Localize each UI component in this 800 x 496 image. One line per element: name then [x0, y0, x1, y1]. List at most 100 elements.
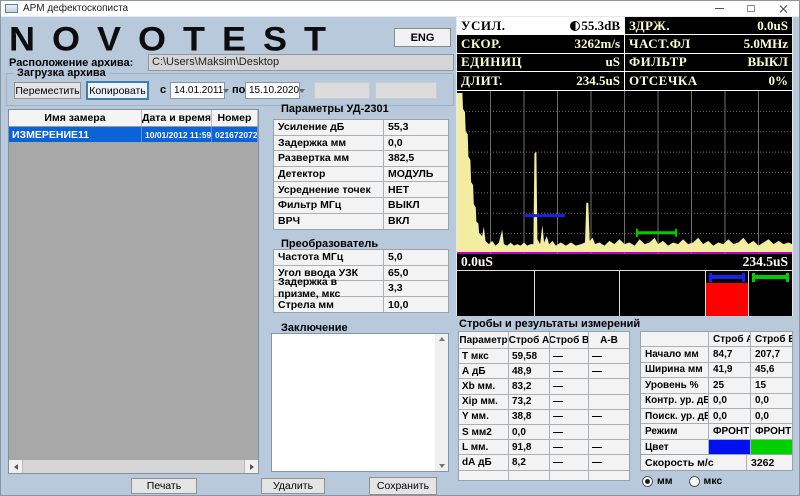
param-row: Фильтр МГцВЫКЛ — [274, 198, 448, 214]
maximize-button[interactable] — [735, 1, 767, 16]
results-column-header: Строб В — [550, 332, 589, 348]
units-radio-group: мм мкс — [642, 475, 722, 487]
title-bar: АРМ дефектоскописта — [1, 1, 799, 17]
date-from-select[interactable]: 14.01.2011 — [170, 82, 225, 99]
gates-row: Начало мм84,7207,7 — [641, 347, 792, 362]
copy-button[interactable]: Копировать — [86, 81, 149, 100]
results-param-label: Y мм. — [459, 410, 509, 424]
minimize-button[interactable] — [703, 1, 735, 16]
language-button[interactable]: ENG — [394, 28, 451, 47]
unit-label: мм — [657, 475, 673, 487]
param-value: НЕТ — [384, 182, 448, 197]
instrument-cell[interactable]: ЗДРЖ.0.0uS — [625, 17, 792, 34]
print-button[interactable]: Печать — [131, 478, 197, 494]
results-empty-cell — [550, 471, 589, 480]
instrument-param-label: ЕДИНИЦ — [461, 54, 522, 70]
column-header[interactable]: Имя замера — [9, 110, 142, 126]
param-row: Задержка мм0,0 — [274, 136, 448, 152]
instrument-cell[interactable]: ДЛИТ.234.5uS — [457, 72, 624, 89]
move-button[interactable]: Переместить — [14, 82, 81, 99]
maximize-icon — [747, 5, 755, 12]
speed-box: Скорость м/с 3262 — [640, 454, 793, 471]
instrument-param-value: ВЫКЛ — [747, 54, 788, 70]
instrument-param-label: ФИЛЬТР — [629, 54, 687, 70]
results-value: — — [550, 455, 589, 469]
gates-row: РежимФРОНТФРОНТ — [641, 424, 792, 439]
results-value: 8,2 — [509, 455, 550, 469]
instrument-param-value: 5.0MHz — [744, 36, 788, 52]
novotest-logo: NOVOTEST — [9, 19, 343, 59]
ascan-area — [457, 91, 792, 254]
scroll-right-icon[interactable] — [245, 460, 258, 473]
results-empty-cell — [509, 471, 550, 480]
column-header[interactable]: Дата и время — [142, 110, 212, 126]
param-label: Частота МГц — [274, 250, 384, 265]
param-label: Задержка мм — [274, 136, 384, 151]
gates-value: ФРОНТ — [751, 424, 792, 438]
scroll-left-icon[interactable] — [9, 460, 22, 473]
indicator-cell — [457, 271, 534, 316]
gates-param-label: Уровень % — [641, 378, 709, 392]
gates-header-row: Строб АСтроб В — [641, 332, 792, 347]
date-to-value: 15.10.2020 — [249, 85, 299, 96]
param-label: ВРЧ — [274, 214, 384, 230]
results-row: L мм.91,8—— — [459, 440, 629, 455]
param-label: Развертка мм — [274, 151, 384, 166]
results-value: — — [589, 440, 629, 454]
instrument-param-value: 234.5uS — [576, 73, 620, 89]
results-row: S мм20,0— — [459, 425, 629, 440]
radio-icon[interactable] — [642, 476, 653, 487]
indicator-cell — [535, 271, 619, 316]
indicator-cell — [620, 271, 705, 316]
instrument-param-value: uS — [606, 54, 620, 70]
results-empty-row — [459, 471, 629, 480]
date-from-value: 14.01.2011 — [174, 85, 223, 96]
conclusion-textarea[interactable] — [271, 333, 449, 472]
scrollbar-thumb[interactable] — [22, 460, 245, 473]
gates-row: Ширина мм41,945,6 — [641, 363, 792, 378]
archive-path-field[interactable]: C:\Users\Maksim\Desktop — [148, 54, 454, 71]
vertical-scrollbar[interactable] — [435, 334, 448, 471]
instrument-cell[interactable]: ЧАСТ.ФЛ5.0MHz — [625, 35, 792, 52]
results-title: Стробы и результаты измерений — [459, 318, 640, 330]
load-archive-group: Загрузка архива Переместить Копировать с… — [6, 73, 454, 106]
scroll-up-icon[interactable] — [439, 337, 445, 341]
blank-field-2 — [375, 82, 437, 99]
measurement-row[interactable]: ИЗМЕРЕНИЕ1110/01/2012 11:590216720720 — [9, 127, 258, 142]
radio-icon[interactable] — [689, 476, 700, 487]
instrument-param-value: 55.3dB — [570, 18, 620, 34]
close-button[interactable] — [767, 1, 799, 16]
save-button[interactable]: Сохранить — [369, 477, 437, 495]
column-header[interactable]: Номер — [212, 110, 258, 126]
results-value — [589, 379, 629, 393]
param-row: Частота МГц5,0 — [274, 250, 448, 266]
results-value: 91,8 — [509, 440, 550, 454]
gates-column-header: Строб В — [751, 332, 792, 346]
measurement-cell: 10/01/2012 11:59 — [142, 127, 212, 142]
instrument-cell[interactable]: ФИЛЬТР ВЫКЛ — [625, 54, 792, 71]
param-value: 5,0 — [384, 250, 448, 265]
param-row: ВРЧВКЛ — [274, 214, 448, 230]
instrument-cell[interactable]: УСИЛ.55.3dB — [457, 17, 624, 34]
results-value: 38,8 — [509, 410, 550, 424]
instrument-param-label: ОТСЕЧКА — [629, 73, 698, 89]
gates-param-label: Ширина мм — [641, 363, 709, 377]
unit-radio-мкс[interactable]: мкс — [689, 475, 723, 487]
delete-button[interactable]: Удалить — [261, 478, 325, 494]
minimize-icon — [715, 8, 724, 9]
date-to-select[interactable]: 15.10.2020 — [245, 82, 300, 99]
param-label: Усреднение точек — [274, 182, 384, 197]
param-value: 10,0 — [384, 297, 448, 313]
measurements-header: Имя замераДата и времяНомер — [9, 110, 258, 127]
instrument-cell[interactable]: ОТСЕЧКА0% — [625, 72, 792, 89]
instrument-cell[interactable]: СКОР.3262m/s — [457, 35, 624, 52]
results-param-label: Хb мм. — [459, 379, 509, 393]
unit-radio-мм[interactable]: мм — [642, 475, 673, 487]
scroll-down-icon[interactable] — [439, 464, 445, 468]
gates-value: 45,6 — [751, 363, 792, 377]
gate-b-indicator — [752, 275, 789, 279]
results-value — [589, 425, 629, 439]
scale-right-label: 234.5uS — [743, 254, 788, 270]
instrument-cell[interactable]: ЕДИНИЦ uS — [457, 54, 624, 71]
horizontal-scrollbar[interactable] — [9, 460, 258, 473]
